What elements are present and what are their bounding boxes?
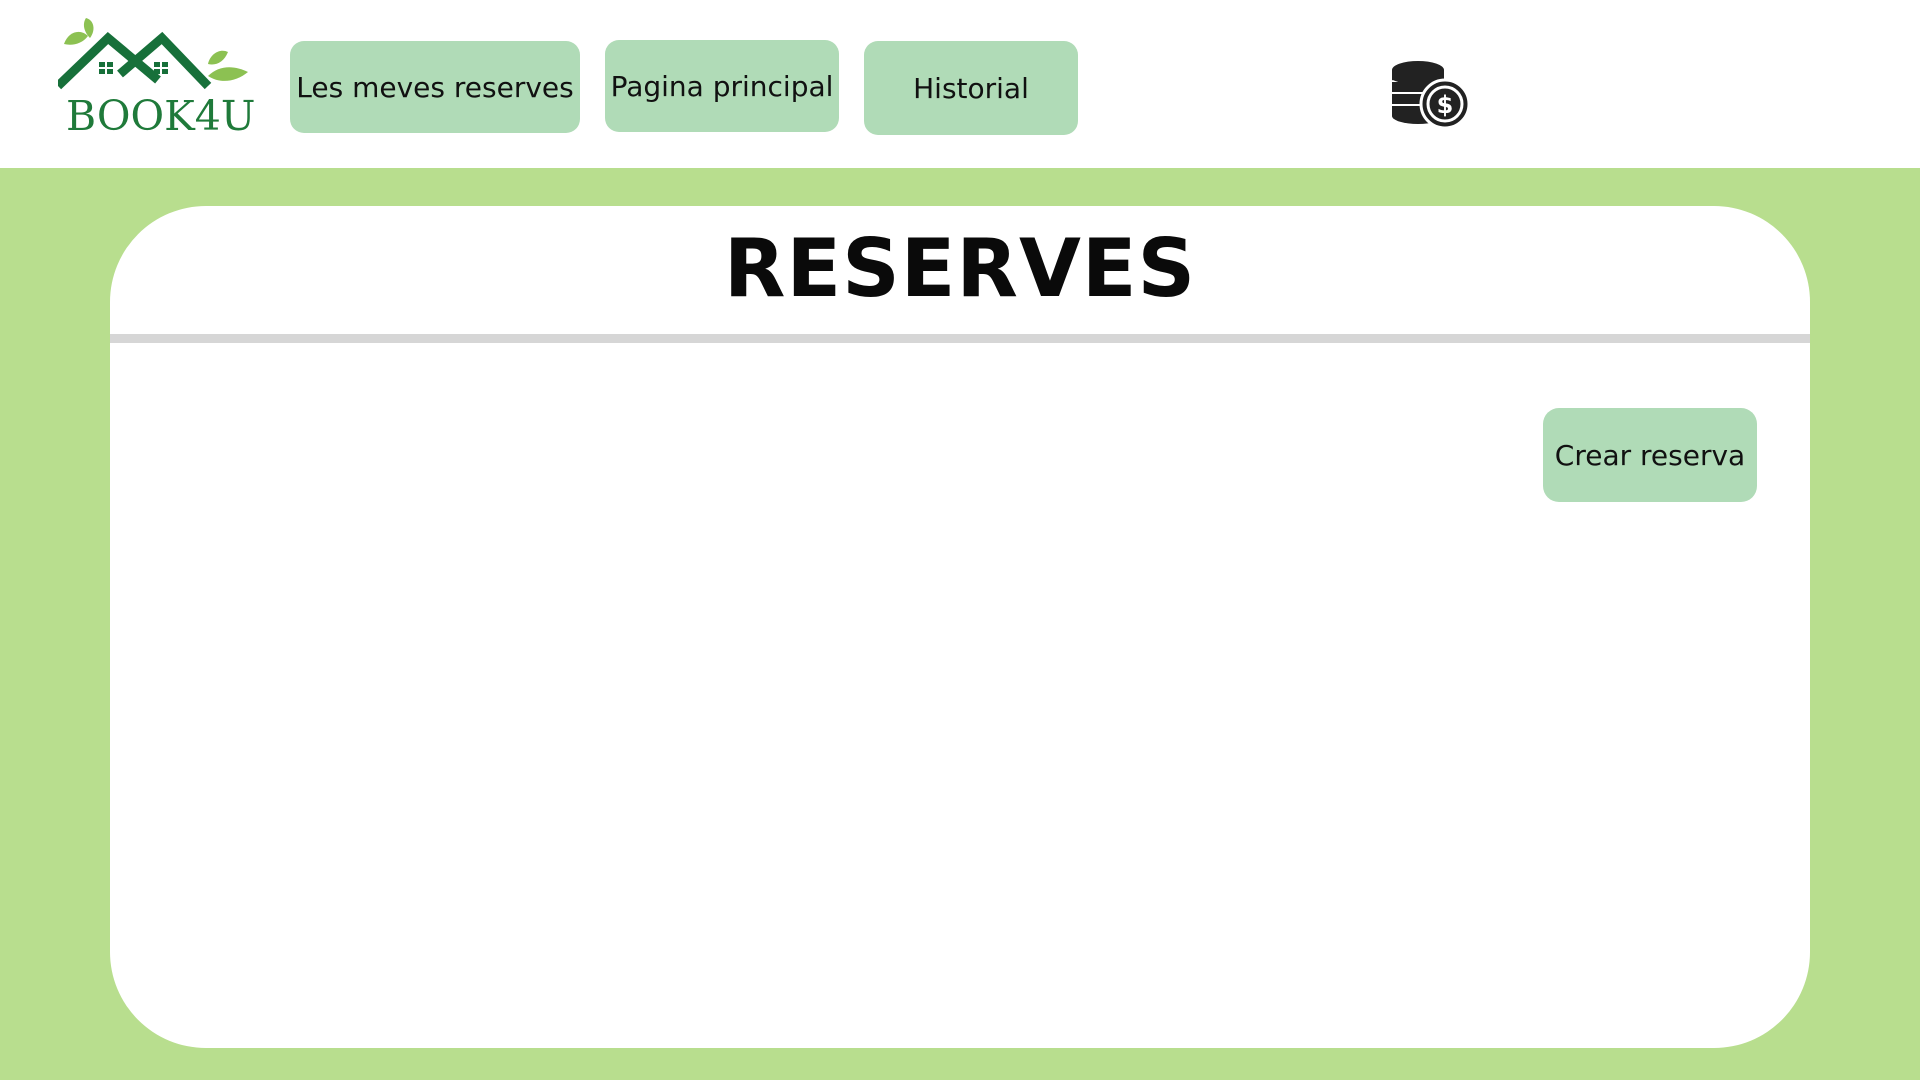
brand-name: BOOK4U bbox=[66, 92, 256, 140]
my-reservations-button[interactable]: Les meves reserves bbox=[290, 41, 580, 133]
houses-icon bbox=[58, 18, 248, 90]
title-divider bbox=[110, 334, 1810, 343]
reservations-panel: RESERVES Crear reserva bbox=[110, 206, 1810, 1048]
history-button[interactable]: Historial bbox=[864, 41, 1078, 135]
brand-logo[interactable]: BOOK4U bbox=[58, 14, 258, 144]
create-reservation-button[interactable]: Crear reserva bbox=[1543, 408, 1757, 502]
home-page-button[interactable]: Pagina principal bbox=[605, 40, 839, 132]
top-bar: BOOK4U Les meves reserves Pagina princip… bbox=[0, 0, 1920, 168]
coins-dollar-icon[interactable]: $ bbox=[1390, 60, 1471, 132]
page-title: RESERVES bbox=[723, 222, 1197, 315]
svg-text:$: $ bbox=[1437, 91, 1454, 119]
